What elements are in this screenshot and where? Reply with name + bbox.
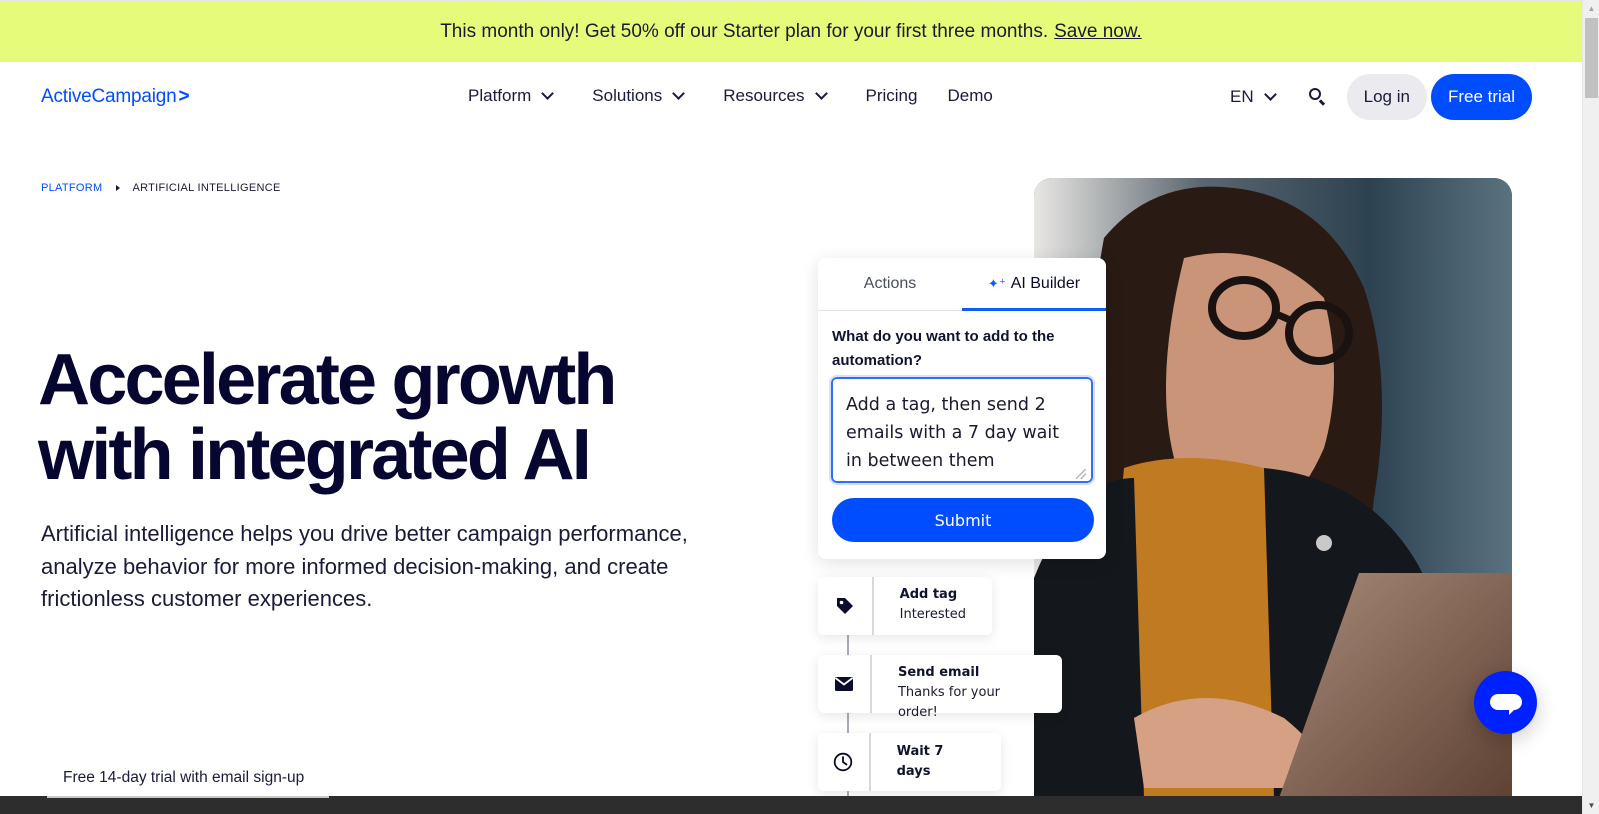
chat-button[interactable] (1474, 671, 1537, 734)
tab-actions-label: Actions (863, 275, 917, 292)
logo-text: ActiveCampaign (41, 86, 177, 107)
chevron-down-icon (1263, 87, 1277, 101)
free-trial-button[interactable]: Free trial (1430, 74, 1533, 120)
breadcrumb-platform[interactable]: PLATFORM (41, 182, 102, 194)
nav-platform[interactable]: Platform (468, 86, 555, 106)
breadcrumb: PLATFORM ARTIFICIAL INTELLIGENCE (41, 182, 281, 194)
workflow-step-add-tag[interactable]: Add tag Interested (818, 577, 992, 635)
workflow-step-send-email[interactable]: Send email Thanks for your order! (818, 655, 1062, 720)
step-title: Add tag (899, 587, 958, 602)
step-title: Send email (897, 665, 980, 680)
ai-builder-card: Actions ✦⁺ AI Builder What do you want t… (818, 258, 1106, 559)
breadcrumb-current: ARTIFICIAL INTELLIGENCE (132, 182, 281, 194)
tab-ai-builder[interactable]: ✦⁺ AI Builder (962, 258, 1106, 311)
nav-demo-label: Demo (947, 86, 993, 105)
search-icon[interactable] (1307, 86, 1329, 108)
envelope-icon (818, 655, 872, 713)
nav-pricing[interactable]: Pricing (866, 86, 918, 106)
nav-solutions-label: Solutions (592, 86, 663, 105)
promo-banner: This month only! Get 50% off our Starter… (0, 0, 1582, 62)
nav-solutions[interactable]: Solutions (592, 86, 686, 106)
chat-bubble-icon (1490, 694, 1522, 710)
step-desc: Interested (899, 607, 966, 622)
page-title: Accelerate growth with integrated AI (38, 343, 758, 493)
workflow-connector (847, 632, 849, 656)
automation-prompt-input[interactable] (829, 375, 1095, 485)
nav-actions: EN Log in Free trial (1230, 74, 1533, 120)
step-title: Wait 7 days (896, 744, 944, 779)
nav-resources-label: Resources (723, 86, 805, 105)
submit-button[interactable]: Submit (832, 498, 1094, 542)
tab-ai-builder-label: AI Builder (1010, 275, 1081, 292)
nav-links: Platform Solutions Resources Pricing Dem… (468, 86, 1023, 106)
page-scrollbar[interactable]: ▲ ▼ (1582, 0, 1599, 814)
chevron-down-icon (541, 86, 555, 100)
title-line-2: with integrated AI (38, 415, 592, 495)
scroll-down-icon[interactable]: ▼ (1583, 797, 1599, 814)
nav-pricing-label: Pricing (865, 86, 918, 105)
tab-actions[interactable]: Actions (818, 258, 962, 310)
trial-note: Free 14-day trial with email sign-up (63, 769, 305, 786)
promo-save-link[interactable]: Save now. (1054, 21, 1142, 43)
chevron-down-icon (672, 86, 686, 100)
ai-card-tabs: Actions ✦⁺ AI Builder (818, 258, 1106, 311)
scroll-thumb[interactable] (1585, 18, 1598, 98)
clock-icon (818, 733, 871, 791)
title-line-1: Accelerate growth (38, 340, 617, 420)
language-selector[interactable]: EN (1230, 87, 1277, 107)
logo[interactable]: ActiveCampaign > (41, 86, 190, 108)
tag-icon (818, 577, 874, 635)
step-desc: Thanks for your order! (897, 685, 1001, 720)
caret-right-icon (116, 185, 121, 191)
main-nav: ActiveCampaign > Platform Solutions Resou… (0, 62, 1582, 134)
hero-subtitle: Artificial intelligence helps you drive … (41, 521, 688, 611)
nav-demo[interactable]: Demo (947, 86, 992, 106)
workflow-step-wait[interactable]: Wait 7 days (818, 733, 1001, 791)
nav-platform-label: Platform (468, 86, 532, 105)
nav-resources[interactable]: Resources (723, 86, 828, 106)
logo-chevron-icon: > (178, 86, 190, 107)
taskbar-strip (0, 796, 1582, 814)
prompt-label: What do you want to add to the automatio… (832, 328, 1055, 369)
language-label: EN (1230, 87, 1254, 106)
chevron-down-icon (814, 86, 828, 100)
workflow-connector (847, 710, 849, 734)
scroll-up-icon[interactable]: ▲ (1583, 0, 1599, 17)
login-button[interactable]: Log in (1346, 74, 1427, 120)
promo-text: This month only! Get 50% off our Starter… (440, 20, 1049, 42)
sparkle-icon: ✦⁺ (987, 276, 1006, 291)
